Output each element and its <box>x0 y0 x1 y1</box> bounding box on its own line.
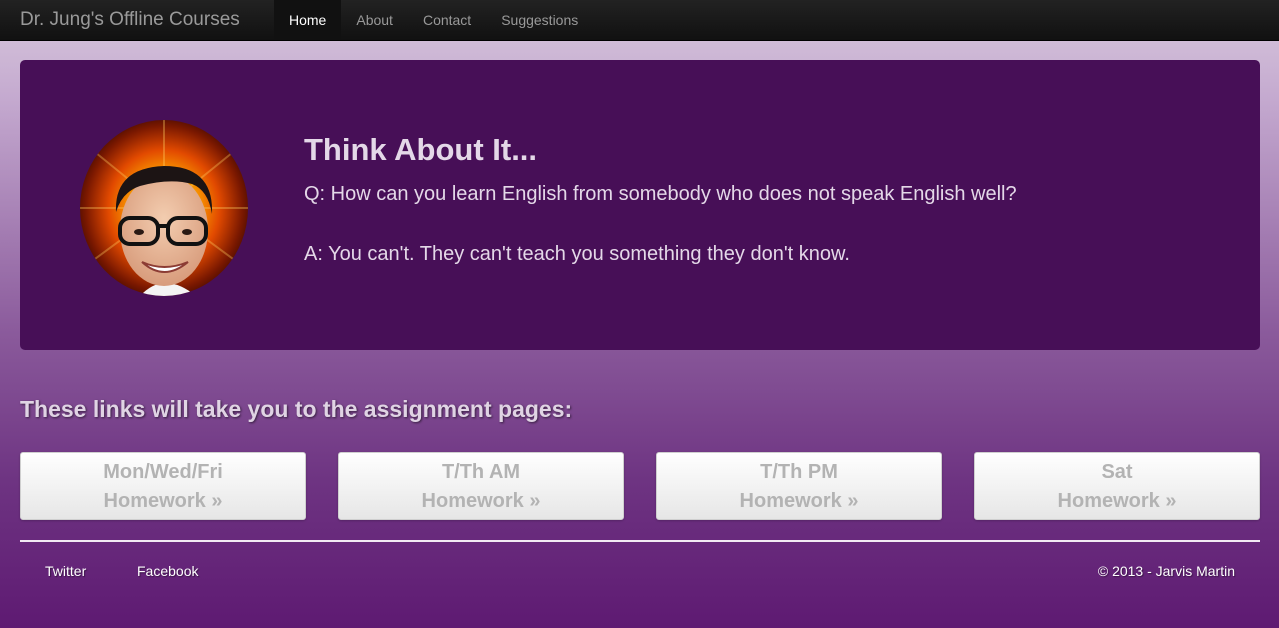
sat-homework-button[interactable]: Sat Homework » <box>974 452 1260 520</box>
avatar-portrait-image <box>80 120 248 296</box>
hero-question: Q: How can you learn English from somebo… <box>304 183 1017 205</box>
nav-item-contact[interactable]: Contact <box>408 0 486 40</box>
button-line-2: Homework » <box>421 490 541 512</box>
nav-item-home[interactable]: Home <box>274 0 342 40</box>
tth-pm-homework-button[interactable]: T/Th PM Homework » <box>656 452 942 520</box>
footer-link-twitter[interactable]: Twitter <box>45 563 86 579</box>
brand-link[interactable]: Dr. Jung's Offline Courses <box>0 0 274 40</box>
button-line-2: Homework » <box>739 490 859 512</box>
nav-item-about[interactable]: About <box>341 0 408 40</box>
mon-wed-fri-homework-button[interactable]: Mon/Wed/Fri Homework » <box>20 452 306 520</box>
button-line-1: T/Th AM <box>441 461 521 483</box>
footer-link-facebook[interactable]: Facebook <box>137 563 198 579</box>
button-line-1: Sat <box>1101 461 1133 483</box>
main-nav: Home About Contact Suggestions <box>274 0 593 40</box>
button-line-2: Homework » <box>1057 490 1177 512</box>
footer-copyright: © 2013 - Jarvis Martin <box>1097 563 1235 579</box>
top-navbar: Dr. Jung's Offline Courses Home About Co… <box>0 0 1279 41</box>
avatar <box>80 120 248 296</box>
footer-divider <box>20 540 1260 542</box>
assignments-heading: These links will take you to the assignm… <box>20 396 573 422</box>
button-line-1: T/Th PM <box>760 461 838 483</box>
button-line-2: Homework » <box>103 490 223 512</box>
nav-item-suggestions[interactable]: Suggestions <box>486 0 593 40</box>
hero-title: Think About It... <box>304 132 538 167</box>
tth-am-homework-button[interactable]: T/Th AM Homework » <box>338 452 624 520</box>
hero-answer: A: You can't. They can't teach you somet… <box>304 243 850 265</box>
button-line-1: Mon/Wed/Fri <box>103 461 223 483</box>
hero-panel: Think About It... Q: How can you learn E… <box>20 60 1260 350</box>
